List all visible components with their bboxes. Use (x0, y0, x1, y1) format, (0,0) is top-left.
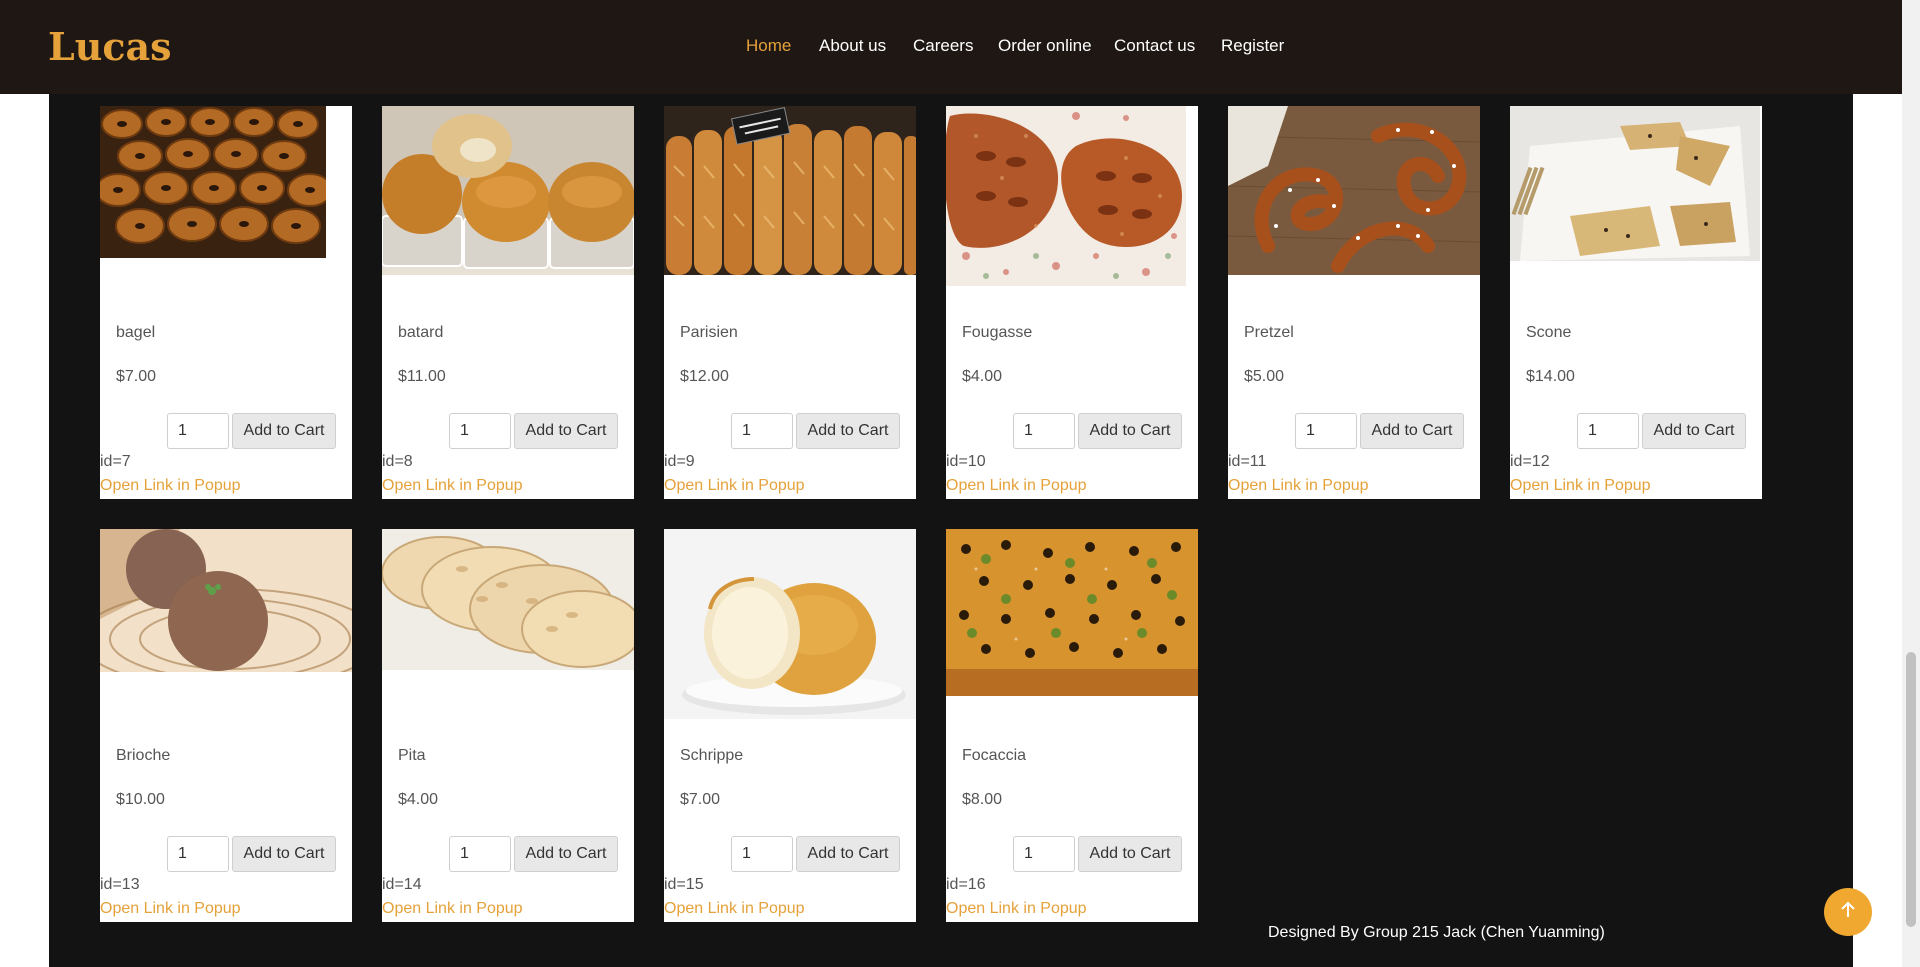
batard-photo[interactable] (382, 106, 634, 275)
product-price: $7.00 (680, 791, 721, 808)
quantity-input[interactable] (449, 413, 511, 449)
product-id: id=12 (1510, 453, 1550, 470)
product-id: id=8 (382, 453, 413, 470)
add-to-cart-button[interactable]: Add to Cart (1642, 413, 1746, 449)
product-price: $4.00 (398, 791, 439, 808)
quantity-input[interactable] (1577, 413, 1639, 449)
add-to-cart-button[interactable]: Add to Cart (1360, 413, 1464, 449)
quantity-input[interactable] (449, 836, 511, 872)
quantity-input[interactable] (1295, 413, 1357, 449)
product-card: Brioche $10.00 Add to Cart id=13 Open Li… (100, 529, 352, 922)
product-card: Parisien $12.00 Add to Cart id=9 Open Li… (664, 106, 916, 499)
product-card: Scone $14.00 Add to Cart id=12 Open Link… (1510, 106, 1762, 499)
product-id: id=10 (946, 453, 986, 470)
open-popup-link[interactable]: Open Link in Popup (100, 477, 241, 495)
product-name: Focaccia (962, 747, 1027, 764)
product-name: Pita (398, 747, 426, 764)
quantity-input[interactable] (731, 413, 793, 449)
product-id: id=13 (100, 876, 140, 893)
product-price: $12.00 (680, 368, 729, 385)
product-name: batard (398, 324, 444, 341)
add-to-cart-button[interactable]: Add to Cart (796, 836, 900, 872)
nav-item-home[interactable]: Home (746, 36, 791, 56)
add-to-cart-button[interactable]: Add to Cart (514, 413, 618, 449)
nav-item-about[interactable]: About us (819, 36, 886, 56)
product-price: $4.00 (962, 368, 1003, 385)
pita-photo[interactable] (382, 529, 634, 670)
product-name: Schrippe (680, 747, 744, 764)
back-to-top-button[interactable] (1824, 888, 1872, 936)
product-price: $10.00 (116, 791, 165, 808)
scrollbar-thumb[interactable] (1906, 652, 1916, 927)
quantity-input[interactable] (167, 836, 229, 872)
product-price: $11.00 (398, 368, 446, 385)
add-to-cart-button[interactable]: Add to Cart (796, 413, 900, 449)
arrow-up-icon (1838, 900, 1858, 925)
focaccia-photo[interactable] (946, 529, 1198, 696)
open-popup-link[interactable]: Open Link in Popup (664, 477, 805, 495)
add-to-cart-button[interactable]: Add to Cart (1078, 836, 1182, 872)
parisien-photo[interactable] (664, 106, 916, 275)
bagel-photo[interactable] (100, 106, 326, 258)
nav-item-contact[interactable]: Contact us (1114, 36, 1195, 56)
nav-item-order-online[interactable]: Order online (998, 36, 1092, 56)
quantity-input[interactable] (1013, 836, 1075, 872)
product-card: Pretzel $5.00 Add to Cart id=11 Open Lin… (1228, 106, 1480, 499)
product-name: Parisien (680, 324, 738, 341)
product-name: bagel (116, 324, 156, 341)
brand-logo[interactable]: Lucas (48, 24, 172, 69)
product-id: id=15 (664, 876, 704, 893)
product-id: id=14 (382, 876, 422, 893)
open-popup-link[interactable]: Open Link in Popup (1228, 477, 1369, 495)
product-card: batard $11.00 Add to Cart id=8 Open Link… (382, 106, 634, 499)
nav-item-careers[interactable]: Careers (913, 36, 973, 56)
product-price: $14.00 (1526, 368, 1575, 385)
quantity-input[interactable] (731, 836, 793, 872)
product-card: Fougasse $4.00 Add to Cart id=10 Open Li… (946, 106, 1198, 499)
nav-item-register[interactable]: Register (1221, 36, 1284, 56)
open-popup-link[interactable]: Open Link in Popup (946, 900, 1087, 918)
product-id: id=16 (946, 876, 986, 893)
product-id: id=11 (1228, 453, 1267, 470)
open-popup-link[interactable]: Open Link in Popup (100, 900, 241, 918)
product-name: Brioche (116, 747, 171, 764)
add-to-cart-button[interactable]: Add to Cart (232, 836, 336, 872)
schrippe-photo[interactable] (664, 529, 916, 719)
add-to-cart-button[interactable]: Add to Cart (232, 413, 336, 449)
open-popup-link[interactable]: Open Link in Popup (1510, 477, 1651, 495)
open-popup-link[interactable]: Open Link in Popup (382, 477, 523, 495)
open-popup-link[interactable]: Open Link in Popup (946, 477, 1087, 495)
footer-credit: Designed By Group 215 Jack (Chen Yuanmin… (1268, 924, 1605, 941)
scone-photo[interactable] (1510, 106, 1760, 261)
product-card: Focaccia $8.00 Add to Cart id=16 Open Li… (946, 529, 1198, 922)
product-price: $7.00 (116, 368, 157, 385)
product-price: $8.00 (962, 791, 1003, 808)
open-popup-link[interactable]: Open Link in Popup (382, 900, 523, 918)
site-header: Lucas Home About us Careers Order online… (0, 0, 1902, 94)
pretzel-photo[interactable] (1228, 106, 1480, 275)
product-price: $5.00 (1244, 368, 1285, 385)
product-id: id=7 (100, 453, 131, 470)
product-card: Pita $4.00 Add to Cart id=14 Open Link i… (382, 529, 634, 922)
product-name: Pretzel (1244, 324, 1294, 341)
brioche-photo[interactable] (100, 529, 352, 672)
fougasse-photo[interactable] (946, 106, 1186, 286)
add-to-cart-button[interactable]: Add to Cart (514, 836, 618, 872)
product-id: id=9 (664, 453, 695, 470)
product-card: bagel $7.00 Add to Cart id=7 Open Link i… (100, 106, 352, 499)
open-popup-link[interactable]: Open Link in Popup (664, 900, 805, 918)
add-to-cart-button[interactable]: Add to Cart (1078, 413, 1182, 449)
quantity-input[interactable] (1013, 413, 1075, 449)
product-name: Fougasse (962, 324, 1033, 341)
product-name: Scone (1526, 324, 1572, 341)
quantity-input[interactable] (167, 413, 229, 449)
product-card: Schrippe $7.00 Add to Cart id=15 Open Li… (664, 529, 916, 922)
